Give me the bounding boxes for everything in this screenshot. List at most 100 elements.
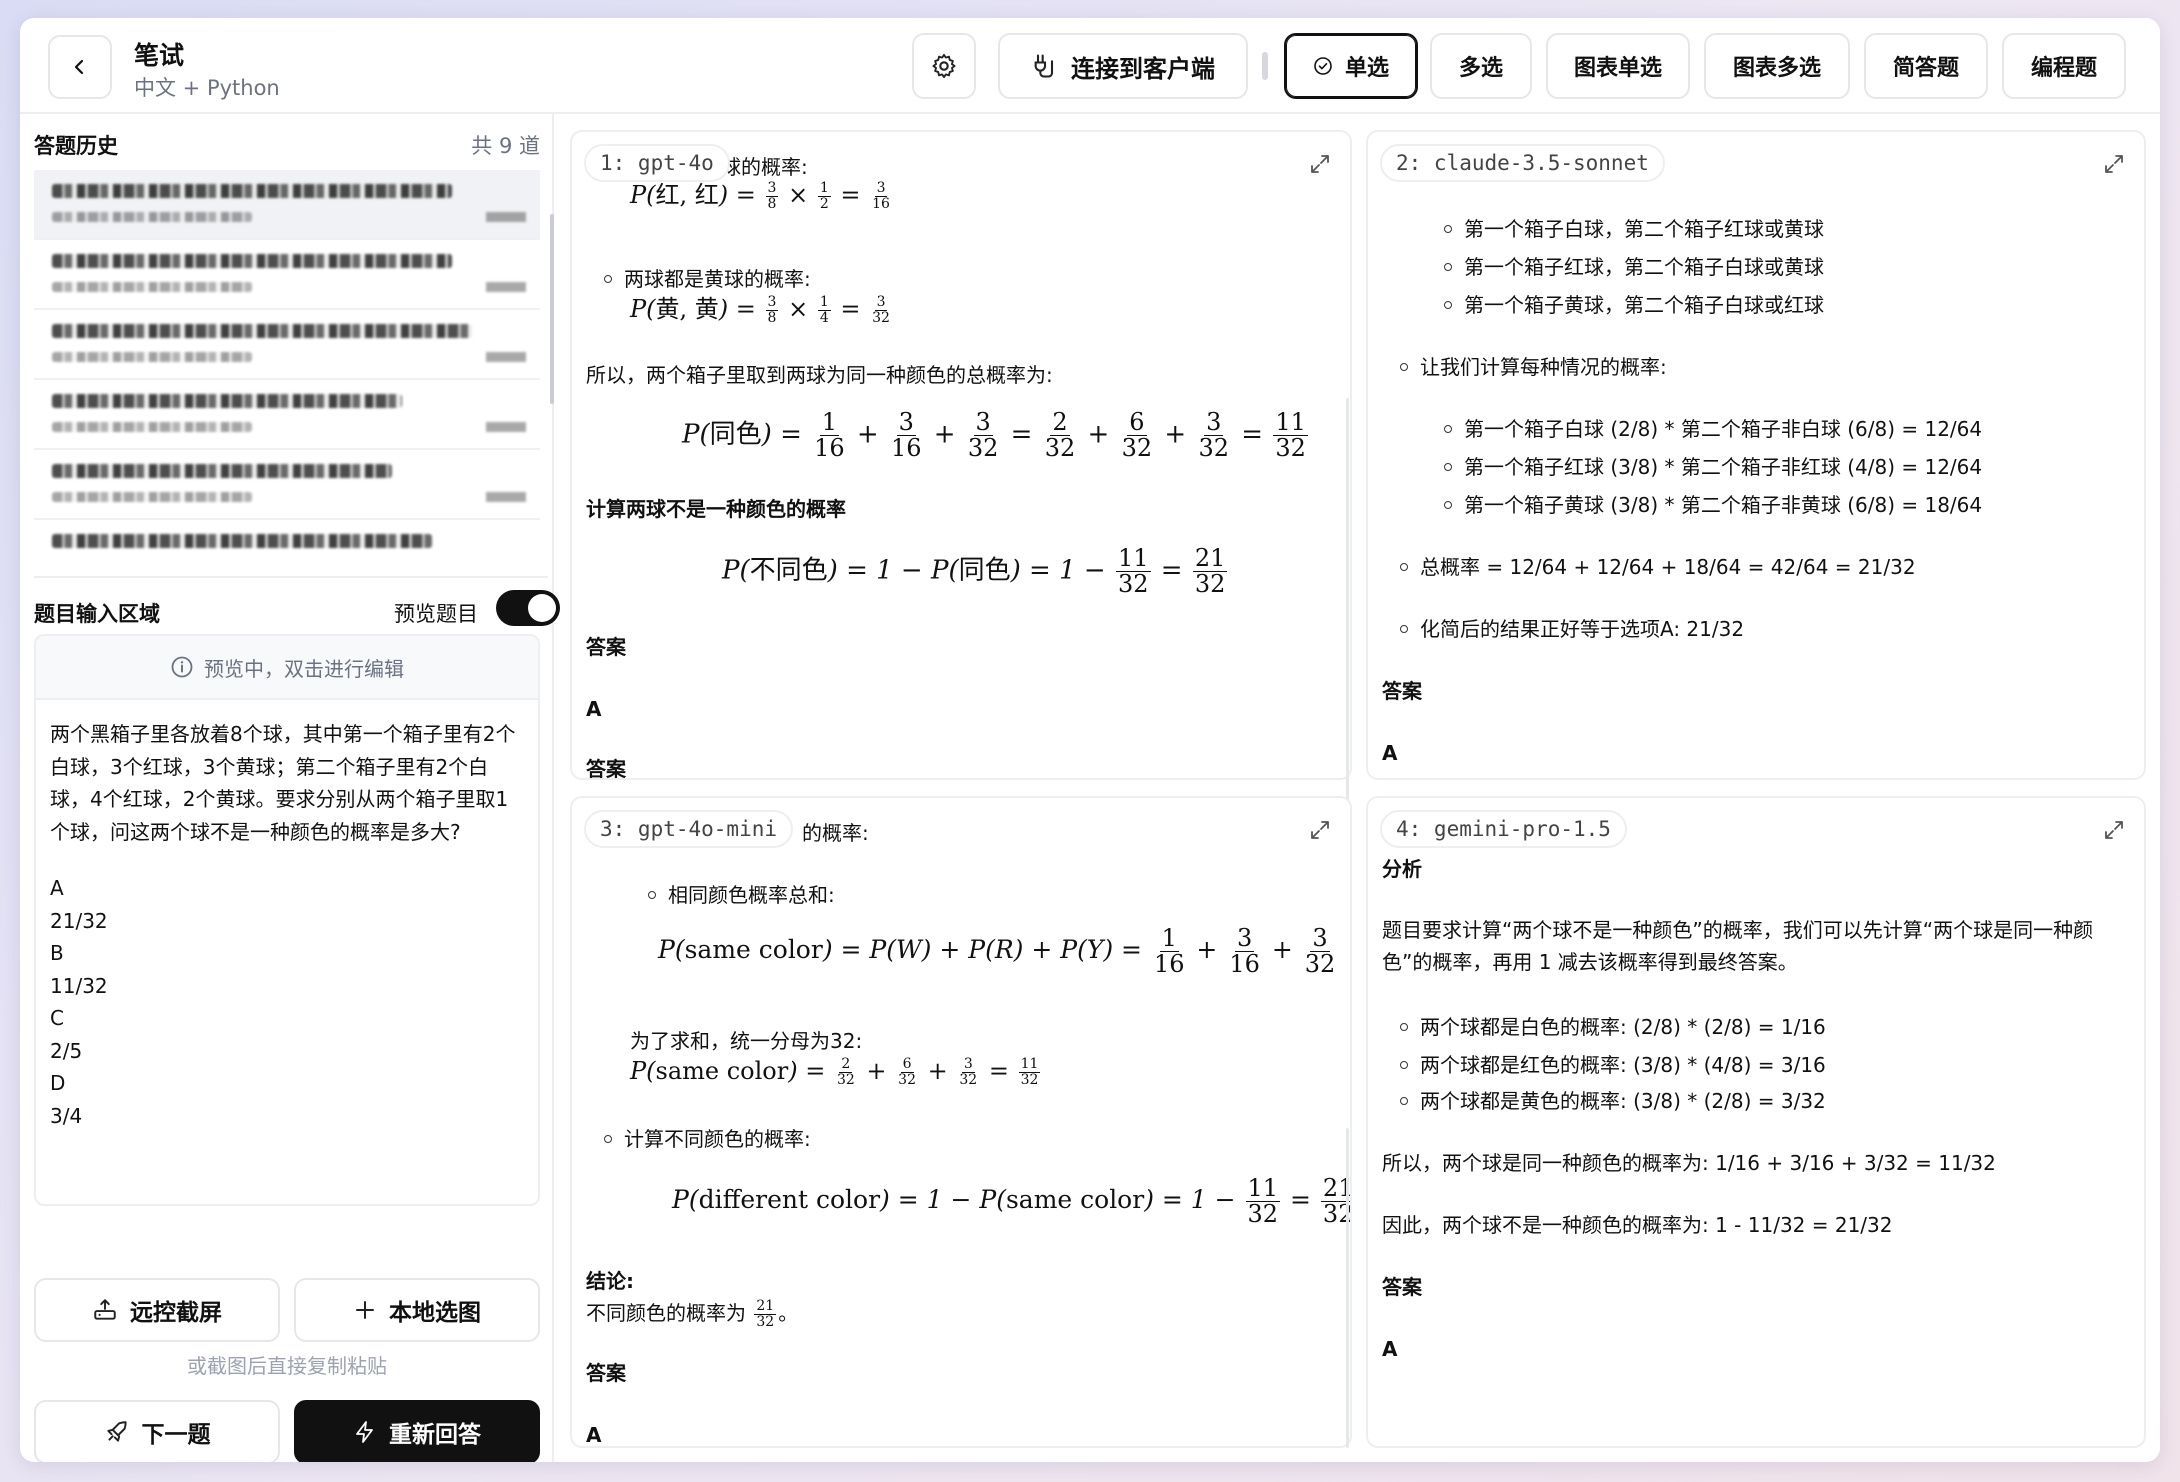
history-list[interactable] xyxy=(34,170,540,562)
history-item[interactable] xyxy=(34,240,540,310)
redacted-text xyxy=(486,352,526,362)
expand-icon[interactable] xyxy=(1308,818,1332,842)
text-line: 所以，两个球是同一种颜色的概率为: 1/16 + 3/16 + 3/32 = 1… xyxy=(1382,1151,1996,1175)
rerun-button[interactable]: 重新回答 xyxy=(294,1400,540,1462)
text-line: 两个球都是红色的概率: (3/8) * (4/8) = 3/16 xyxy=(1420,1053,1826,1077)
plus-icon xyxy=(356,1301,374,1319)
bullet-line: 让我们计算每种情况的概率: xyxy=(1400,352,1667,382)
text-line: 总概率 = 12/64 + 12/64 + 18/64 = 42/64 = 21… xyxy=(1420,555,1916,579)
top-bar: 笔试 中文 + Python 连接到客户端 单选 多选 图表单选 图表多选 简答… xyxy=(20,18,2160,114)
answer-heading: 答案 xyxy=(586,635,626,659)
tab-label: 多选 xyxy=(1458,56,1503,81)
rocket-icon xyxy=(106,1421,127,1442)
lightning-icon xyxy=(356,1421,373,1443)
option-letter: A xyxy=(50,876,64,900)
paste-hint: 或截图后直接复制粘贴 xyxy=(187,1354,387,1378)
intro-paragraph: 题目要求计算“两个球不是一种颜色”的概率，我们可以先计算“两个球是同一种颜色”的… xyxy=(1382,918,2094,974)
input-area-header: 题目输入区域 预览题目 xyxy=(34,576,560,626)
bullet-line: 两球都是黄球的概率: xyxy=(604,264,811,294)
history-item[interactable] xyxy=(34,380,540,450)
tab-coding[interactable]: 编程题 xyxy=(2002,33,2126,99)
text-line: 计算不同颜色的概率: xyxy=(624,1127,811,1151)
expand-icon[interactable] xyxy=(2102,152,2126,176)
redacted-text xyxy=(52,184,452,198)
history-item[interactable] xyxy=(34,310,540,380)
text-line: 两球都是黄球的概率: xyxy=(624,267,811,291)
section-heading: 计算两球不是一种颜色的概率 xyxy=(586,497,846,521)
question-text: 两个黑箱子里各放着8个球，其中第一个箱子里有2个白球，3个红球，3个黄球；第二个… xyxy=(50,722,516,844)
settings-button[interactable] xyxy=(912,33,976,99)
answer-value: A xyxy=(586,1423,602,1447)
bullet-line: 第一个箱子白球，第二个箱子红球或黄球 xyxy=(1444,214,1824,244)
bullet-icon xyxy=(1400,362,1408,371)
tab-multi-choice[interactable]: 多选 xyxy=(1430,33,1532,99)
panel-scrollbar[interactable] xyxy=(1346,1128,1349,1448)
question-options: A 21/32 B 11/32 C 2/5 D 3/4 xyxy=(36,848,538,1132)
history-scrollbar[interactable] xyxy=(550,214,554,404)
text-line: 第一个箱子黄球，第二个箱子白球或红球 xyxy=(1464,293,1824,317)
connect-client-label: 连接到客户端 xyxy=(1071,54,1215,83)
answer-panel-gpt-4o: 1: gpt-4o 球的概率: P(红, 红) = 38 × 12 = 3 16 … xyxy=(570,130,1352,780)
next-question-button[interactable]: 下一题 xyxy=(34,1400,280,1462)
panel-scrollbar[interactable] xyxy=(1346,398,1349,818)
redacted-text xyxy=(486,422,526,432)
bullet-line: 第一个箱子黄球，第二个箱子白球或红球 xyxy=(1444,290,1824,320)
text-line: 两个球都是黄色的概率: (3/8) * (2/8) = 3/32 xyxy=(1420,1089,1826,1113)
remote-screenshot-button[interactable]: 远控截屏 xyxy=(34,1278,280,1342)
page-subtitle: 中文 + Python xyxy=(134,76,280,100)
bullet-line: 化简后的结果正好等于选项A: 21/32 xyxy=(1400,614,1744,644)
history-item[interactable] xyxy=(34,170,540,240)
text-line: 第一个箱子白球，第二个箱子红球或黄球 xyxy=(1464,217,1824,241)
bullet-line: 第一个箱子黄球 (3/8) * 第二个箱子非黄球 (6/8) = 18/64 xyxy=(1444,490,1982,520)
answer-panel-gemini: 4: gemini-pro-1.5 分析 题目要求计算“两个球不是一种颜色”的概… xyxy=(1366,796,2146,1448)
local-image-button[interactable]: 本地选图 xyxy=(294,1278,540,1342)
tab-label: 图表多选 xyxy=(1732,56,1821,81)
back-button[interactable] xyxy=(48,35,112,99)
text-line: 的概率: xyxy=(802,821,869,845)
answer-heading: 答案 xyxy=(586,1361,626,1385)
next-question-label: 下一题 xyxy=(141,1422,211,1448)
text-line: 球的概率: xyxy=(721,155,808,179)
bullet-icon xyxy=(1444,462,1452,471)
tab-single-choice[interactable]: 单选 xyxy=(1284,33,1418,99)
expand-icon[interactable] xyxy=(1308,152,1332,176)
bullet-icon xyxy=(1444,224,1452,233)
bullet-line: 两个球都是白色的概率: (2/8) * (2/8) = 1/16 xyxy=(1400,1012,1826,1042)
formula: P(红, 红) = 38 × 12 = 3 16 xyxy=(630,180,890,212)
text-line: 为了求和，统一分母为32: xyxy=(630,1029,863,1053)
connect-client-button[interactable]: 连接到客户端 xyxy=(998,33,1248,99)
remote-screenshot-label: 远控截屏 xyxy=(130,1300,222,1326)
bullet-icon xyxy=(1400,562,1408,571)
tab-chart-multi[interactable]: 图表多选 xyxy=(1704,33,1850,99)
text-line: 不同颜色的概率为 xyxy=(586,1301,746,1325)
answer-value: A xyxy=(1382,741,1398,765)
redacted-text xyxy=(486,282,526,292)
preview-hint-text: 预览中，双击进行编辑 xyxy=(204,656,404,681)
formula: P(黄, 黄) = 38 × 14 = 3 32 xyxy=(630,294,890,326)
history-item[interactable] xyxy=(34,520,540,562)
redacted-text xyxy=(52,422,252,432)
formula: P(同色) = 1 16 + 3 16 + 3 32 = 2 32 + 6 32 + 33… xyxy=(682,408,1308,463)
bullet-line: 第一个箱子红球，第二个箱子白球或黄球 xyxy=(1444,252,1824,282)
preview-toggle[interactable] xyxy=(496,590,560,626)
history-count: 共 9 道 xyxy=(471,134,540,158)
question-box[interactable]: 预览中，双击进行编辑 两个黑箱子里各放着8个球，其中第一个箱子里有2个白球，3个… xyxy=(34,634,540,1206)
option-value: 11/32 xyxy=(50,973,108,998)
text-line: 第一个箱子红球，第二个箱子白球或黄球 xyxy=(1464,255,1824,279)
redacted-text xyxy=(52,352,252,362)
bullet-icon xyxy=(604,274,612,283)
check-circle-icon xyxy=(1314,57,1332,75)
expand-icon[interactable] xyxy=(2102,818,2126,842)
formula: P(不同色) = 1 − P(同色) = 1 − 11 32 = 21 32 xyxy=(722,544,1228,599)
tab-chart-single[interactable]: 图表单选 xyxy=(1546,33,1690,99)
tab-short-answer[interactable]: 简答题 xyxy=(1864,33,1988,99)
history-item[interactable] xyxy=(34,450,540,520)
local-image-label: 本地选图 xyxy=(389,1300,481,1326)
answer-value: A xyxy=(1382,1337,1398,1361)
bullet-icon xyxy=(1444,262,1452,271)
option-value: 21/32 xyxy=(50,908,108,933)
input-area-title: 题目输入区域 xyxy=(34,602,160,626)
text-line: 因此，两个球不是一种颜色的概率为: 1 - 11/32 = 21/32 xyxy=(1382,1213,1893,1237)
screenshot-icon xyxy=(94,1299,116,1320)
model-tag: 3: gpt-4o-mini xyxy=(584,810,794,848)
